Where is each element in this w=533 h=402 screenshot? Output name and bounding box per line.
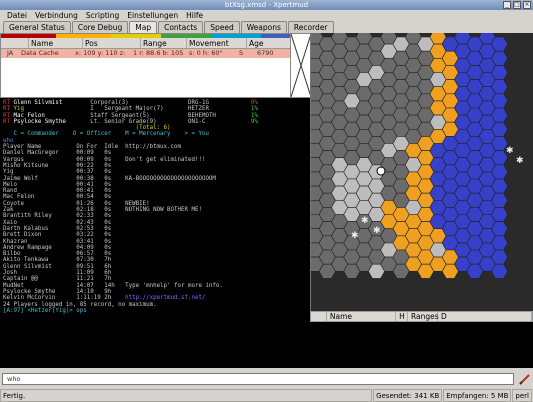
tab-bar: General Status Core Debug Map Contacts S… <box>3 21 335 33</box>
close-icon[interactable]: × <box>523 1 531 9</box>
status-received: Empfangen: 5 MB <box>443 389 512 402</box>
menu-einstellungen[interactable]: Einstellungen <box>123 10 182 21</box>
contact-pos: x: 109 y: 110 z: <box>75 49 126 57</box>
cross-icon <box>290 33 312 98</box>
col-pos[interactable]: Pos <box>83 38 141 48</box>
contact-id: JA <box>7 49 14 57</box>
table-row[interactable]: JA Data Cache x: 109 y: 110 z: 1 r: 88.6… <box>1 49 311 58</box>
col-weapon-ranges[interactable]: Ranges <box>408 312 439 321</box>
menu-hilfe[interactable]: Hilfe <box>182 10 207 21</box>
col-flag[interactable] <box>1 38 29 48</box>
tab-core-debug[interactable]: Core Debug <box>71 21 129 33</box>
contact-range: 1 r: 88.6 b: 105 <box>133 49 184 57</box>
col-name[interactable]: Name <box>29 38 83 48</box>
contact-name: Data Cache <box>21 49 59 57</box>
menu-datei[interactable]: Datei <box>3 10 31 21</box>
menu-verbindung[interactable]: Verbindung <box>31 10 82 21</box>
contact-flag: S <box>239 49 244 57</box>
col-weapon-flag[interactable] <box>311 312 327 321</box>
window-title: btXsg.xmsd - Xpertmud <box>224 1 309 9</box>
maximize-icon[interactable]: □ <box>513 1 521 9</box>
tab-weapons[interactable]: Weapons <box>240 21 287 33</box>
weapons-list <box>310 322 533 368</box>
forest-icon: ✱ <box>373 226 381 236</box>
col-weapon-d[interactable]: D <box>438 312 532 321</box>
contact-movement: s: 0 h: 60° <box>189 49 223 57</box>
tab-map[interactable]: Map <box>129 21 158 33</box>
terminal-output[interactable]: RT Glenn Silvmist Corporal(3) DRG-1G 0% R… <box>0 98 310 368</box>
prompt-line: [A:97] <Hetzer(Yig)> ops <box>3 307 87 314</box>
forest-icon: ✱ <box>506 146 514 156</box>
command-input[interactable]: who <box>2 373 514 385</box>
minimize-icon[interactable]: _ <box>503 1 511 9</box>
menubar: Datei Verbindung Scripting Einstellungen… <box>0 10 533 21</box>
tab-general-status[interactable]: General Status <box>3 21 71 33</box>
forest-icon: ✱ <box>361 216 369 226</box>
hex-map[interactable]: ✱ ✱ ✱ ✱ ✱ <box>310 33 533 311</box>
col-weapon-name[interactable]: Name <box>327 312 397 321</box>
hex-map-canvas[interactable]: ✱✱✱✱✱ <box>311 33 533 311</box>
tab-recorder[interactable]: Recorder <box>287 21 334 33</box>
forest-icon: ✱ <box>351 231 359 241</box>
contact-cross-box <box>290 33 312 98</box>
status-lang: perl <box>512 389 532 402</box>
tab-contacts[interactable]: Contacts <box>158 21 204 33</box>
col-age[interactable]: Age <box>247 38 291 48</box>
window-controls: _ □ × <box>503 1 531 9</box>
col-movement[interactable]: Movement <box>187 38 247 48</box>
tab-speed[interactable]: Speed <box>204 21 240 33</box>
send-icon[interactable] <box>518 373 531 385</box>
status-sent: Gesendet: 341 KB <box>373 389 443 402</box>
contact-age: 6790 <box>257 49 274 57</box>
status-bar: Fertig. Gesendet: 341 KB Empfangen: 5 MB… <box>0 389 533 402</box>
window-titlebar: btXsg.xmsd - Xpertmud _ □ × <box>0 0 533 10</box>
col-range[interactable]: Range <box>141 38 187 48</box>
unit-marker[interactable] <box>376 166 386 176</box>
col-weapon-h[interactable]: H <box>396 312 409 321</box>
status-text: Fertig. <box>0 389 373 402</box>
contacts-header: Name Pos Range Movement Age <box>1 38 311 49</box>
menu-scripting[interactable]: Scripting <box>82 10 123 21</box>
weapons-header: Name H Ranges D <box>310 311 533 322</box>
forest-icon: ✱ <box>516 156 524 166</box>
contacts-table: Name Pos Range Movement Age JA Data Cach… <box>0 33 312 98</box>
command-row: who <box>0 371 533 388</box>
